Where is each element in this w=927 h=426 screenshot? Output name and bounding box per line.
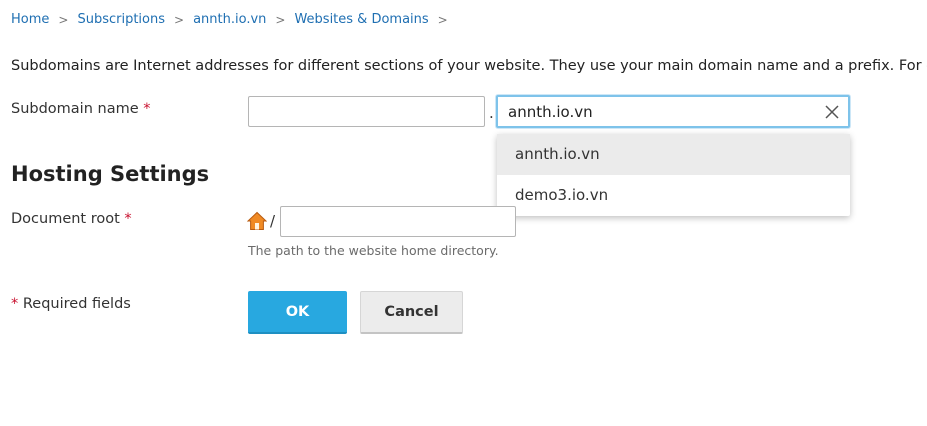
subdomain-name-input[interactable]: [248, 96, 485, 127]
document-root-input[interactable]: [280, 206, 516, 237]
required-mark: *: [143, 101, 151, 117]
domain-dot-separator: .: [489, 104, 494, 122]
subdomain-name-label: Subdomain name *: [11, 101, 151, 117]
cancel-button[interactable]: Cancel: [360, 291, 463, 334]
breadcrumb-websites-domains-link[interactable]: Websites & Domains: [294, 12, 428, 27]
required-mark: *: [124, 211, 132, 227]
document-root-label-text: Document root: [11, 211, 120, 227]
domain-option-demo3[interactable]: demo3.io.vn: [497, 175, 850, 216]
chevron-right-icon: >: [174, 12, 185, 27]
required-mark: *: [11, 296, 19, 312]
close-icon[interactable]: [824, 104, 840, 120]
domain-option-annth[interactable]: annth.io.vn: [497, 134, 850, 175]
breadcrumb-domain-link[interactable]: annth.io.vn: [193, 12, 266, 27]
domain-select[interactable]: annth.io.vn: [496, 95, 850, 128]
required-fields-note: * Required fields: [11, 296, 131, 312]
chevron-right-icon: >: [437, 12, 448, 27]
document-root-label: Document root *: [11, 211, 132, 227]
subdomain-name-label-text: Subdomain name: [11, 101, 139, 117]
domain-dropdown-list: annth.io.vn demo3.io.vn: [497, 134, 850, 216]
chevron-right-icon: >: [275, 12, 286, 27]
required-fields-text: Required fields: [22, 296, 131, 312]
page-description: Subdomains are Internet addresses for di…: [11, 58, 927, 74]
domain-select-value: annth.io.vn: [508, 102, 593, 121]
hosting-settings-heading: Hosting Settings: [11, 162, 210, 186]
breadcrumb-home-link[interactable]: Home: [11, 12, 49, 27]
document-root-slash: /: [270, 212, 276, 230]
chevron-right-icon: >: [58, 12, 69, 27]
document-root-hint: The path to the website home directory.: [248, 243, 499, 258]
breadcrumb-subscriptions-link[interactable]: Subscriptions: [77, 12, 165, 27]
home-icon: [247, 211, 267, 230]
ok-button[interactable]: OK: [248, 291, 347, 334]
breadcrumb: Home > Subscriptions > annth.io.vn > Web…: [11, 12, 457, 27]
